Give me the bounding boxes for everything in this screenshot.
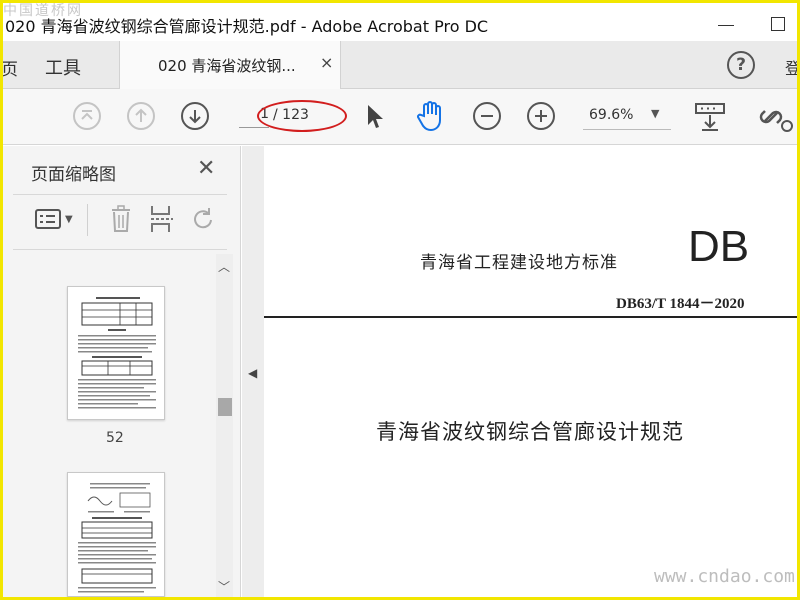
tab-document[interactable]: 020 青海省波纹钢... × bbox=[119, 41, 341, 89]
zoom-out-icon[interactable] bbox=[473, 102, 501, 130]
next-page-icon[interactable] bbox=[181, 102, 209, 130]
document-page: 青海省工程建设地方标准 DB DB63/T 1844－2020 青海省波纹钢综合… bbox=[264, 146, 797, 597]
previous-page-icon[interactable] bbox=[127, 102, 155, 130]
document-title: 青海省波纹钢综合管廊设计规范 bbox=[376, 420, 684, 444]
page-thumbnail[interactable] bbox=[67, 472, 165, 597]
watermark-bottom: www.cndao.com bbox=[654, 566, 795, 587]
first-page-icon[interactable] bbox=[73, 102, 101, 130]
page-thumbnail[interactable] bbox=[67, 286, 165, 420]
minimize-button[interactable] bbox=[715, 11, 737, 33]
help-icon[interactable]: ? bbox=[727, 51, 755, 79]
rotate-icon[interactable] bbox=[191, 206, 217, 232]
close-pane-icon[interactable]: ✕ bbox=[197, 156, 215, 181]
options-dropdown-icon[interactable]: ▼ bbox=[65, 214, 73, 225]
tab-tools[interactable]: 工具 bbox=[45, 54, 81, 80]
scrollbar-thumb[interactable] bbox=[218, 398, 232, 416]
pane-collapse-strip[interactable]: ◀ bbox=[242, 146, 264, 597]
tab-home[interactable]: 页 bbox=[1, 55, 18, 80]
tools-divider bbox=[87, 204, 88, 236]
share-link-icon[interactable] bbox=[759, 101, 795, 133]
collapse-pane-icon[interactable]: ◀ bbox=[248, 366, 257, 380]
hand-tool-icon[interactable] bbox=[415, 99, 447, 133]
thumbnail-page-number: 52 bbox=[106, 430, 124, 446]
title-bar: 020 青海省波纹钢综合管廊设计规范.pdf - Adobe Acrobat P… bbox=[3, 3, 797, 41]
sign-in-label[interactable]: 登 bbox=[785, 55, 800, 79]
toolbar: 1 / 123 69.6% ▼ bbox=[3, 89, 797, 145]
pane-title: 页面缩略图 bbox=[31, 165, 116, 185]
tab-bar: 页 工具 020 青海省波纹钢... × ? 登 bbox=[1, 41, 800, 89]
header-rule bbox=[264, 316, 797, 318]
options-menu-icon[interactable] bbox=[35, 208, 61, 230]
zoom-dropdown-icon[interactable]: ▼ bbox=[651, 107, 659, 120]
zoom-level[interactable]: 69.6% bbox=[589, 107, 633, 123]
tab-document-label: 020 青海省波纹钢... bbox=[158, 57, 296, 75]
close-tab-icon[interactable]: × bbox=[320, 53, 333, 72]
watermark-top: 中国道桥网 bbox=[3, 3, 83, 19]
db-mark: DB bbox=[688, 222, 750, 271]
zoom-underline bbox=[583, 129, 671, 130]
scrolling-mode-icon[interactable] bbox=[693, 101, 727, 133]
thumbnail-tools: ▼ bbox=[13, 198, 227, 244]
tools-bottom-divider bbox=[13, 249, 227, 250]
insert-page-icon[interactable] bbox=[149, 204, 175, 234]
page-thumbnails-pane: 页面缩略图 ✕ ▼ 52 ︿ ﹀ bbox=[3, 146, 241, 597]
scroll-up-icon[interactable]: ︿ bbox=[218, 258, 230, 275]
standard-code: DB63/T 1844－2020 bbox=[616, 296, 745, 312]
maximize-button[interactable] bbox=[767, 11, 789, 33]
select-cursor-icon[interactable] bbox=[365, 103, 385, 131]
pane-divider bbox=[13, 194, 227, 195]
scroll-down-icon[interactable]: ﹀ bbox=[218, 578, 230, 595]
zoom-in-icon[interactable] bbox=[527, 102, 555, 130]
standard-category: 青海省工程建设地方标准 bbox=[420, 253, 618, 273]
trash-icon[interactable] bbox=[109, 204, 133, 234]
thumbnail-scrollbar[interactable] bbox=[216, 254, 233, 597]
highlight-ellipse bbox=[257, 100, 347, 132]
